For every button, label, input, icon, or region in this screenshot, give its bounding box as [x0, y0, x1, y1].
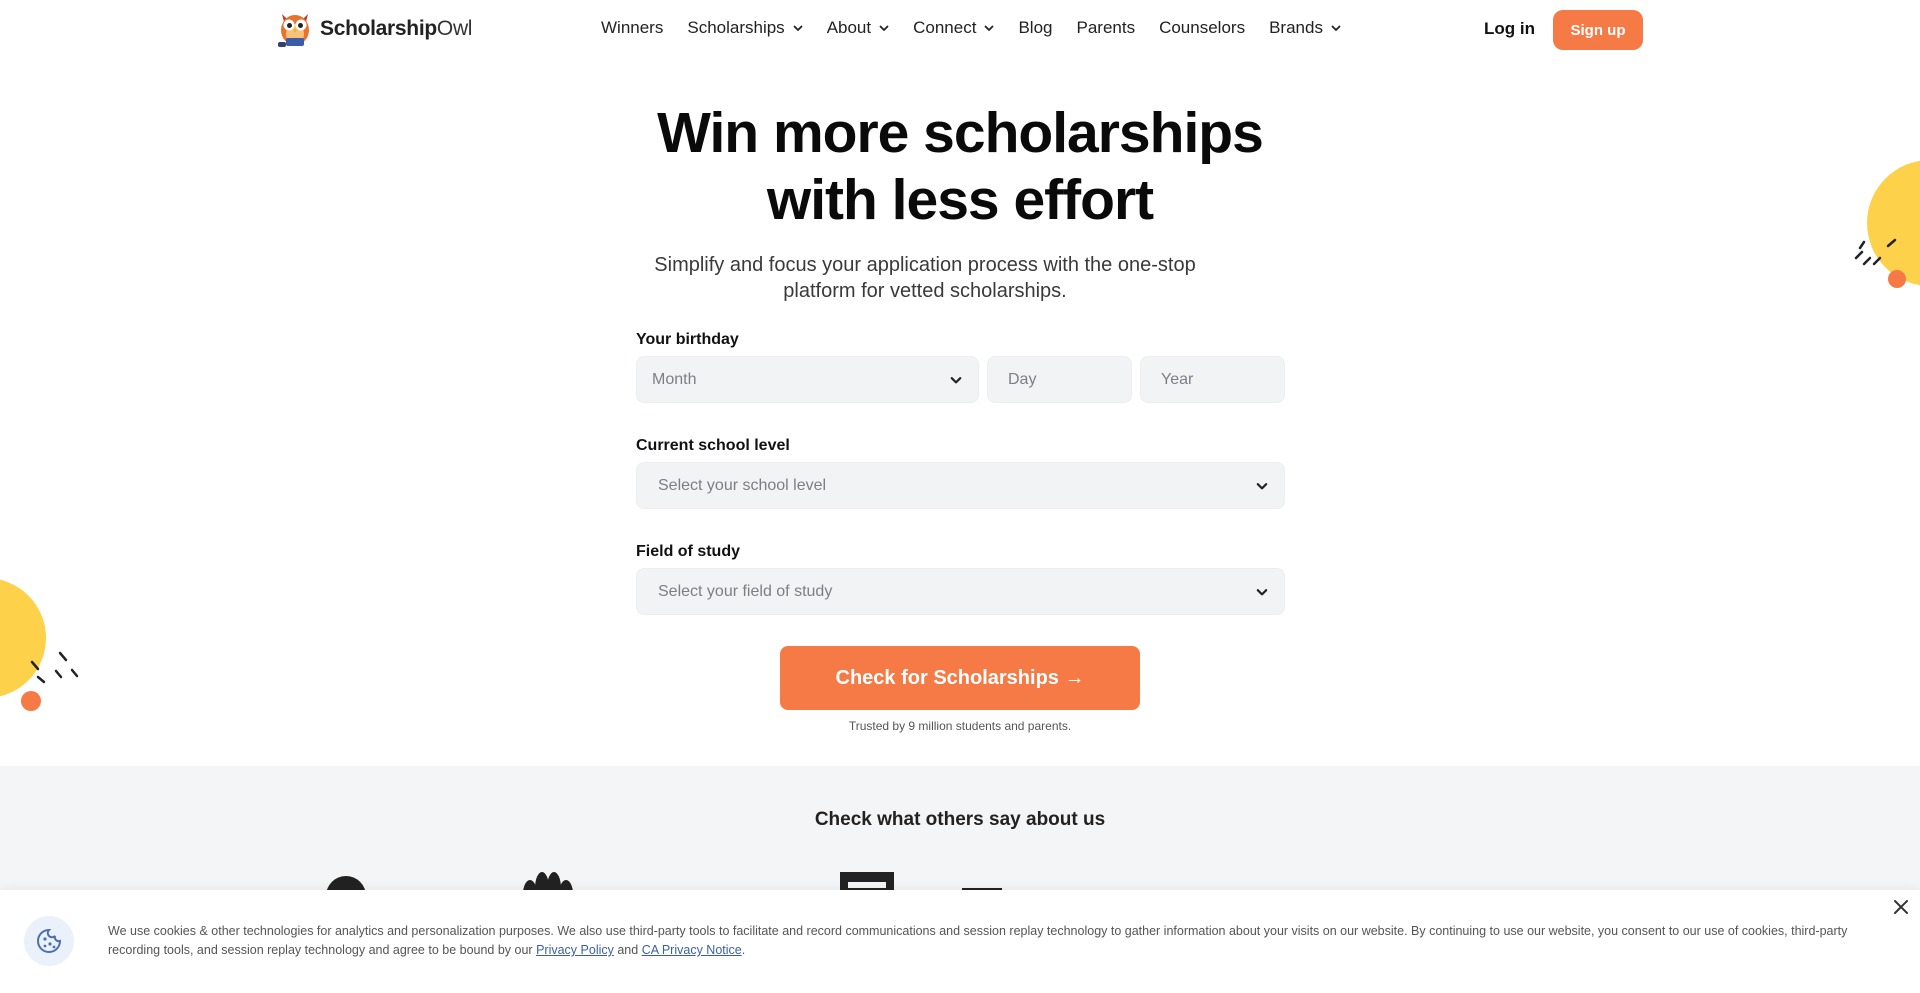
hero-title: Win more scholarships with less effort [560, 100, 1360, 234]
scholarshipowl-logo[interactable]: ScholarshipOwl [276, 8, 472, 50]
nav-winners[interactable]: Winners [601, 18, 663, 38]
privacy-policy-link[interactable]: Privacy Policy [536, 943, 614, 957]
cookie-settings-icon[interactable] [24, 916, 74, 966]
cookie-text: We use cookies & other technologies for … [108, 922, 1868, 960]
hero-title-line: with less effort [766, 168, 1154, 232]
close-icon[interactable] [1890, 896, 1912, 918]
nav-about[interactable]: About [827, 18, 889, 38]
nav-label: Blog [1018, 18, 1053, 37]
nav-label: About [826, 18, 872, 37]
year-placeholder: Year [1161, 370, 1194, 388]
cta-label: Check for Scholarships → [835, 666, 1085, 689]
cookie-banner: We use cookies & other technologies for … [0, 890, 1920, 993]
month-placeholder: Month [652, 370, 697, 388]
nav-label: Counselors [1159, 18, 1246, 37]
owl-logo-icon [276, 8, 314, 50]
chevron-down-icon [1331, 25, 1341, 31]
hero-title-line: Win more scholarships [657, 101, 1264, 165]
birthday-label: Your birthday [636, 331, 739, 348]
logo-wordmark: ScholarshipOwl [320, 17, 473, 40]
day-placeholder: Day [1008, 370, 1037, 388]
school-level-label: Current school level [636, 437, 790, 454]
nav-label: Winners [601, 18, 664, 37]
nav-scholarships[interactable]: Scholarships [687, 18, 803, 38]
chevron-down-icon [950, 377, 962, 384]
check-scholarships-button[interactable]: Check for Scholarships → [780, 646, 1140, 710]
nav-counselors[interactable]: Counselors [1159, 18, 1245, 38]
chevron-down-icon [793, 25, 803, 31]
chevron-down-icon [1256, 589, 1268, 596]
nav-label: Brands [1269, 18, 1323, 37]
press-section-title: Check what others say about us [814, 809, 1106, 830]
hero-subtitle: Simplify and focus your application proc… [654, 254, 1196, 302]
field-of-study-label: Field of study [636, 543, 740, 560]
nav-label: Connect [913, 18, 977, 37]
school-level-select[interactable]: Select your school level [636, 462, 1285, 509]
cookie-and-text: and [613, 943, 642, 957]
chevron-down-icon [879, 25, 889, 31]
field-of-study-placeholder: Select your field of study [658, 582, 833, 600]
yellow-blob-left-decoration [0, 579, 79, 711]
nav-brands[interactable]: Brands [1269, 18, 1341, 38]
cookie-end-text: . [741, 943, 746, 957]
chevron-down-icon [985, 25, 994, 31]
site-header: ScholarshipOwl Winners Scholarships Abou… [0, 0, 1920, 60]
month-select[interactable]: Month [636, 356, 979, 403]
field-of-study-select[interactable]: Select your field of study [636, 568, 1285, 615]
ca-privacy-notice-link[interactable]: CA Privacy Notice [642, 943, 742, 957]
year-input[interactable]: Year [1140, 356, 1285, 403]
nav-parents[interactable]: Parents [1076, 18, 1135, 38]
nav-blog[interactable]: Blog [1018, 18, 1052, 38]
trusted-text: Trusted by 9 million students and parent… [848, 719, 1072, 733]
nav-label: Scholarships [687, 18, 785, 37]
day-input[interactable]: Day [987, 356, 1132, 403]
school-level-placeholder: Select your school level [658, 476, 827, 494]
yellow-blob-right-decoration [1854, 160, 1920, 288]
signup-button[interactable]: Sign up [1553, 10, 1643, 50]
cookie-message: We use cookies & other technologies for … [108, 924, 1848, 957]
main-nav: Winners Scholarships About Connect Blog … [601, 18, 1341, 38]
nav-label: Parents [1076, 18, 1136, 37]
login-link[interactable]: Log in [1484, 19, 1535, 39]
chevron-down-icon [1256, 483, 1268, 490]
nav-connect[interactable]: Connect [913, 18, 994, 38]
